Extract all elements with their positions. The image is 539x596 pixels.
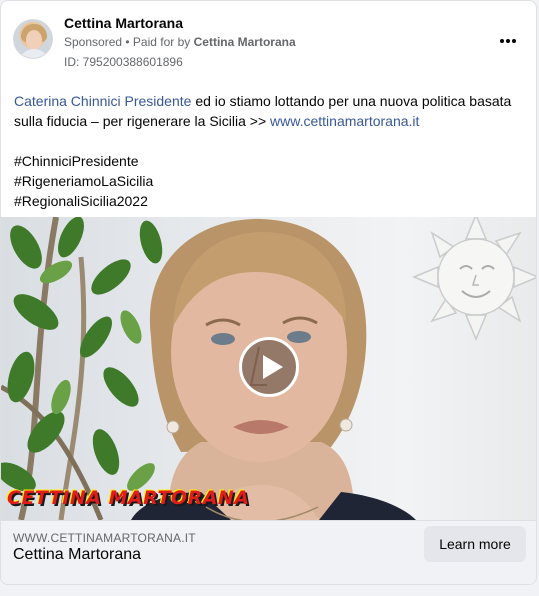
learn-more-button[interactable]: Learn more <box>424 526 526 562</box>
play-button[interactable] <box>239 337 299 397</box>
sponsored-line: Sponsored • Paid for by Cettina Martoran… <box>64 35 296 49</box>
footer-domain: WWW.CETTINAMARTORANA.IT <box>13 531 196 545</box>
ad-card: Cettina Martorana Sponsored • Paid for b… <box>0 0 537 585</box>
more-horizontal-icon <box>512 39 516 43</box>
video-watermark: CETTINA MARTORANA <box>7 487 250 509</box>
hashtag-list: #ChinniciPresidente #RigeneriamoLaSicili… <box>14 151 153 211</box>
video-player[interactable]: CETTINA MARTORANA <box>1 217 536 520</box>
more-horizontal-icon <box>500 39 504 43</box>
play-icon <box>263 355 283 379</box>
ad-id: ID: 795200388601896 <box>64 55 183 69</box>
separator-dot: • <box>122 35 133 49</box>
avatar-shoulders <box>18 49 50 58</box>
body-link-website[interactable]: www.cettinamartorana.it <box>270 113 419 129</box>
post-body: Caterina Chinnici Presidente ed io stiam… <box>14 91 524 131</box>
post-header: Cettina Martorana Sponsored • Paid for b… <box>13 13 524 71</box>
paid-for-prefix: Paid for by <box>132 35 194 49</box>
more-horizontal-icon <box>506 39 510 43</box>
hashtag-item[interactable]: #RegionaliSicilia2022 <box>14 191 153 211</box>
more-options-button[interactable] <box>496 31 520 51</box>
link-footer[interactable]: WWW.CETTINAMARTORANA.IT Cettina Martoran… <box>1 520 536 584</box>
footer-title[interactable]: Cettina Martorana <box>13 546 141 564</box>
hashtag-item[interactable]: #RigeneriamoLaSicilia <box>14 171 153 191</box>
paid-for-name: Cettina Martorana <box>193 35 296 49</box>
avatar-face <box>26 30 42 50</box>
hashtag-item[interactable]: #ChinniciPresidente <box>14 151 153 171</box>
page-avatar[interactable] <box>13 19 53 59</box>
page-name[interactable]: Cettina Martorana <box>64 15 183 31</box>
sponsored-label: Sponsored <box>64 35 123 49</box>
body-link-chinnici[interactable]: Caterina Chinnici Presidente <box>14 93 191 109</box>
